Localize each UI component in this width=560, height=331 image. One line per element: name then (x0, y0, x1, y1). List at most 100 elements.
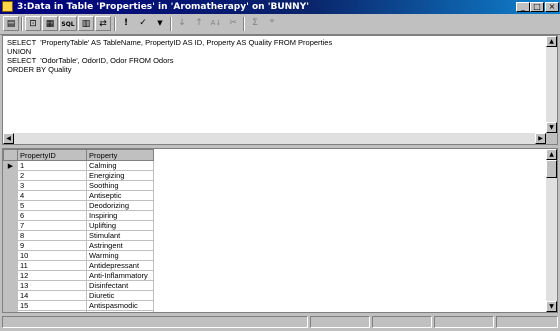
run-icon[interactable]: ! (118, 16, 134, 31)
cell-propertyid[interactable]: 8 (17, 230, 87, 241)
cell-propertyid[interactable]: 12 (17, 270, 87, 281)
row-selector[interactable] (3, 280, 18, 291)
scroll-down-button[interactable]: ▼ (546, 122, 557, 133)
cell-propertyid[interactable]: 9 (17, 240, 87, 251)
sql-horizontal-scrollbar[interactable]: ◀ ▶ (3, 133, 546, 144)
table-row[interactable]: 14 Diuretic (3, 290, 154, 301)
table-row[interactable]: 16Aphrodisiac (3, 310, 154, 312)
row-selector[interactable] (3, 210, 18, 221)
row-selector[interactable] (3, 170, 18, 181)
scroll-up-button[interactable]: ▲ (546, 149, 557, 160)
row-selector[interactable] (3, 300, 18, 311)
cut-icon[interactable]: ✂ (225, 16, 241, 31)
column-header-propertyid[interactable]: PropertyID (17, 149, 87, 161)
sql-pane[interactable]: SELECT 'PropertyTable' AS TableName, Pro… (2, 35, 558, 145)
sort-az-icon[interactable]: A↓ (208, 16, 224, 31)
cell-property[interactable]: Soothing (86, 180, 154, 191)
sql-vertical-scrollbar[interactable]: ▲ ▼ (546, 36, 557, 133)
row-selector[interactable] (3, 230, 18, 241)
row-selector[interactable] (3, 240, 18, 251)
cell-property[interactable]: Deodorizing (86, 200, 154, 211)
cell-property[interactable]: Antiseptic (86, 190, 154, 201)
cell-property[interactable]: Antidepressant (86, 260, 154, 271)
cell-propertyid[interactable]: 5 (17, 200, 87, 211)
row-selector[interactable] (3, 220, 18, 231)
cell-propertyid[interactable]: 10 (17, 250, 87, 261)
table-row[interactable]: 4 Antiseptic (3, 190, 154, 201)
cell-property[interactable]: Warming (86, 250, 154, 261)
cell-propertyid[interactable]: 1 (17, 160, 87, 171)
cell-propertyid[interactable]: 15 (17, 300, 87, 311)
minimize-button[interactable]: _ (516, 2, 530, 12)
show-diagram-pane-icon[interactable]: ⊡ (25, 16, 41, 31)
table-row[interactable]: 10 Warming (3, 250, 154, 261)
cell-property[interactable]: Disinfectant (86, 280, 154, 291)
cell-property[interactable]: Inspiring (86, 210, 154, 221)
cell-property[interactable]: Energizing (86, 170, 154, 181)
properties-icon[interactable]: ▤ (3, 16, 19, 31)
scroll-left-button[interactable]: ◀ (3, 133, 14, 144)
show-results-pane-icon[interactable]: ▥ (78, 16, 94, 31)
sort-ascending-icon[interactable]: ↑ (191, 16, 207, 31)
maximize-button[interactable]: □ (530, 2, 544, 12)
cell-property[interactable]: Calming (86, 160, 154, 171)
verify-sql-icon[interactable]: ✓ (135, 16, 151, 31)
cell-property[interactable]: Antispasmodic (86, 300, 154, 311)
cell-property[interactable]: Uplifting (86, 220, 154, 231)
row-selector[interactable] (3, 250, 18, 261)
cell-property[interactable]: Stimulant (86, 230, 154, 241)
change-query-type-icon[interactable]: ⇄ (95, 16, 111, 31)
cell-propertyid[interactable]: 13 (17, 280, 87, 291)
cell-propertyid[interactable]: 6 (17, 210, 87, 221)
cell-propertyid[interactable]: 2 (17, 170, 87, 181)
scroll-thumb[interactable] (546, 160, 557, 178)
table-row[interactable]: 6 Inspiring (3, 210, 154, 221)
results-pane[interactable]: PropertyID Property ▶ 1 Calming 2 Energizing… (2, 148, 558, 313)
title-bar[interactable]: 3:Data in Table 'Properties' in 'Aromath… (0, 0, 560, 14)
row-selector[interactable] (3, 200, 18, 211)
grid-corner-cell[interactable] (3, 149, 18, 161)
row-selector[interactable] (3, 190, 18, 201)
remove-filter-icon[interactable]: ▼ (152, 16, 168, 31)
table-row[interactable]: 9 Astringent (3, 240, 154, 251)
row-selector[interactable] (3, 180, 18, 191)
scroll-down-button[interactable]: ▼ (546, 301, 557, 312)
add-table-icon[interactable]: * (264, 16, 280, 31)
group-by-icon[interactable]: Σ (247, 16, 263, 31)
table-row[interactable]: 15 Antispasmodic (3, 300, 154, 311)
sql-editor[interactable]: SELECT 'PropertyTable' AS TableName, Pro… (7, 38, 332, 74)
grid-vertical-scrollbar[interactable]: ▲ ▼ (546, 149, 557, 312)
table-row[interactable]: 3 Soothing (3, 180, 154, 191)
app-icon[interactable] (2, 1, 13, 12)
row-selector[interactable] (3, 260, 18, 271)
cell-propertyid[interactable]: 4 (17, 190, 87, 201)
table-row[interactable]: 12 Anti-Inflammatory (3, 270, 154, 281)
row-selector[interactable] (3, 310, 18, 312)
table-row[interactable]: 8 Stimulant (3, 230, 154, 241)
cell-property[interactable]: Aphrodisiac (86, 310, 154, 312)
scroll-up-button[interactable]: ▲ (546, 36, 557, 47)
column-header-property[interactable]: Property (86, 149, 154, 161)
table-row[interactable]: ▶ 1 Calming (3, 160, 154, 171)
show-sql-pane-icon[interactable]: SQL (59, 16, 77, 31)
cell-property[interactable]: Diuretic (86, 290, 154, 301)
cell-property[interactable]: Anti-Inflammatory (86, 270, 154, 281)
cell-propertyid[interactable]: 11 (17, 260, 87, 271)
sort-descending-icon[interactable]: ↓ (174, 16, 190, 31)
cell-propertyid[interactable]: 14 (17, 290, 87, 301)
cell-propertyid[interactable]: 3 (17, 180, 87, 191)
table-row[interactable]: 7 Uplifting (3, 220, 154, 231)
row-selector[interactable] (3, 290, 18, 301)
cell-property[interactable]: Astringent (86, 240, 154, 251)
scroll-right-button[interactable]: ▶ (535, 133, 546, 144)
table-row[interactable]: 2 Energizing (3, 170, 154, 181)
row-selector[interactable] (3, 270, 18, 281)
close-button[interactable]: × (545, 2, 559, 12)
table-row[interactable]: 13 Disinfectant (3, 280, 154, 291)
table-row[interactable]: 5 Deodorizing (3, 200, 154, 211)
cell-propertyid[interactable]: 16 (17, 310, 87, 312)
row-selector[interactable]: ▶ (3, 160, 18, 171)
cell-propertyid[interactable]: 7 (17, 220, 87, 231)
table-row[interactable]: 11 Antidepressant (3, 260, 154, 271)
show-grid-pane-icon[interactable]: ▦ (42, 16, 58, 31)
